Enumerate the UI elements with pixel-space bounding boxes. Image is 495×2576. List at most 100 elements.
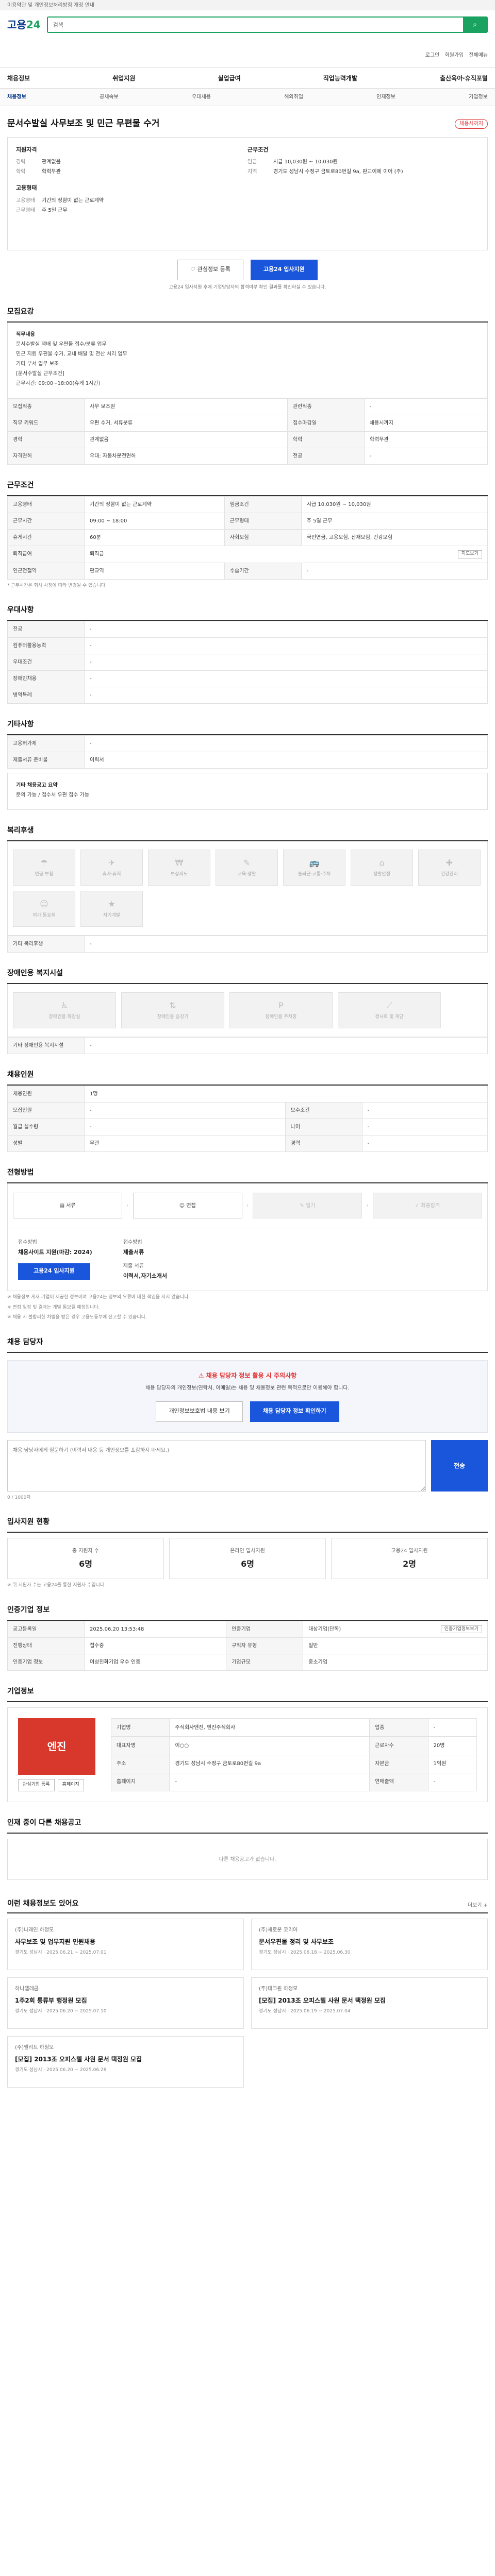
sub-nav: 채용정보 공채속보 우대채용 해외취업 인재정보 기업정보 (0, 89, 495, 106)
login-link[interactable]: 로그인 (425, 52, 440, 59)
table-row: 주소 경기도 성남시 수정구 금토로80번길 9a 자본금 1억원 (110, 1754, 477, 1773)
welfare-item: ☺ 여가·동호회 (13, 891, 75, 927)
table-row: 기타 장애인용 복지시설 - (7, 1037, 488, 1054)
global-nav: 채용정보 취업지원 실업급여 직업능력개발 출산육아·휴직포털 (0, 68, 495, 89)
search-input[interactable] (47, 18, 463, 32)
section-recommend-header: 이런 채용정보도 있어요 더보기 + (7, 1899, 488, 1913)
cert-info-button[interactable]: 인증기업정보보기 (440, 1625, 482, 1633)
send-button[interactable]: 전송 (431, 1439, 488, 1492)
apply-button[interactable]: 고용24 입사지원 (250, 259, 318, 280)
subnav-item-talent[interactable]: 인재정보 (376, 93, 395, 101)
gnb-item-training[interactable]: 직업능력개발 (323, 74, 357, 83)
table-row: 성별 무관 경력 - (7, 1135, 488, 1152)
gnb-item-benefit[interactable]: 실업급여 (218, 74, 241, 83)
disability-grid: ♿ 장애인용 화장실 ⇅ 장애인용 승강기 P 장애인용 주차장 ⟋ 경사로 및 계단 (7, 984, 488, 1037)
section-disability-title: 장애인용 복지시설 (7, 968, 488, 984)
arrow-right-icon: › (366, 1201, 369, 1209)
interest-button[interactable]: ♡ 관심정보 등록 (177, 259, 243, 280)
question-textarea[interactable] (7, 1439, 426, 1492)
table-row: 제출서류 준비물 이력서 (7, 752, 488, 769)
step-written: ✎ 필기 (253, 1193, 362, 1218)
subnav-item-jobs[interactable]: 채용정보 (7, 93, 26, 101)
stat-online: 온라인 입사지원 6명 (169, 1538, 326, 1579)
table-row: 장애인채용 - (7, 670, 488, 687)
recommend-card[interactable]: 하나텔레콤 1주2회 통류부 행정원 모집 경기도 성남시 · 2025.06.20… (7, 1977, 244, 2029)
table-row: 대표자명 이○○ 근로자수 20명 (110, 1736, 477, 1755)
section-recruit-title: 채용인원 (7, 1070, 488, 1086)
gnb-item-parental[interactable]: 출산육아·휴직포털 (440, 74, 488, 83)
homepage-button[interactable]: 홈페이지 (57, 1779, 84, 1791)
summary-employment-title: 고용형태 (16, 184, 37, 191)
summary-qualification-title: 지원자격 (16, 146, 37, 153)
welfare-item: ✚ 건강관리 (418, 850, 481, 886)
welfare-item: ₩ 보상제도 (148, 850, 210, 886)
other-table: 고용허가제 - 제출서류 준비물 이력서 (7, 735, 488, 769)
search-icon[interactable]: ⌕ (463, 18, 487, 32)
recommend-card[interactable]: (주)엘리트 하청모 [모집] 2013조 오피스텔 사원 문서 택정원 모집 경기… (7, 2036, 244, 2088)
table-row: 모집인원 - 보수조건 - (7, 1102, 488, 1119)
welfare-extra-table: 기타 복리후생 - (7, 936, 488, 953)
site-header: 고용24 ⌕ 로그인 회원가입 전체메뉴 (0, 10, 495, 68)
recommend-cards: (주)나래인 하청모 사무보조 및 업무지원 인원채용 경기도 성남시 · 2025… (7, 1919, 488, 2088)
contact-question: 전송 (7, 1439, 488, 1492)
subnav-item-company[interactable]: 기업정보 (469, 93, 488, 101)
section-stats-title: 입사지원 현황 (7, 1517, 488, 1533)
privacy-law-button[interactable]: 개인정보보호법 내용 보기 (156, 1401, 243, 1422)
section-recommend-title: 이런 채용정보도 있어요 (7, 1900, 79, 1908)
subnav-item-news[interactable]: 공채속보 (100, 93, 119, 101)
how-value: 채용사이트 지원(마감: 2024) (18, 1249, 92, 1256)
show-contact-button[interactable]: 채용 담당자 정보 확인하기 (250, 1401, 339, 1422)
recommend-more-link[interactable]: 더보기 + (468, 1902, 488, 1909)
star-icon: ★ (108, 899, 116, 909)
recommend-card[interactable]: (주)테크윈 하청모 [모집] 2013조 오피스텔 사원 문서 택정원 모집 경기… (251, 1977, 488, 2029)
step-final: ✓ 최종합격 (372, 1193, 483, 1218)
table-row: 채용인원 1명 (7, 1086, 488, 1103)
health-icon: ✚ (446, 858, 453, 868)
recommend-card[interactable]: (주)나래인 하청모 사무보조 및 업무지원 인원채용 경기도 성남시 · 2025… (7, 1919, 244, 1970)
welfare-item: ⌂ 생활안정 (351, 850, 413, 886)
disability-item: ♿ 장애인용 화장실 (13, 992, 116, 1028)
section-company-title: 기업정보 (7, 1686, 488, 1702)
subnav-item-overseas[interactable]: 해외취업 (284, 93, 303, 101)
recommend-card[interactable]: (주)새로운 코리아 문서우편물 정리 및 사무보조 경기도 성남시 · 2025.… (251, 1919, 488, 1970)
table-row: 기업명 주식회사엔진, 엔진주식회사 업종 - (110, 1718, 477, 1737)
subnav-item-preferred[interactable]: 우대채용 (192, 93, 211, 101)
table-row: 병역특례 - (7, 687, 488, 704)
welfare-item: 🚌 출퇴근·교통·주차 (283, 850, 345, 886)
section-welfare-title: 복리후생 (7, 825, 488, 841)
document-icon: ▤ (59, 1202, 67, 1209)
job-description: 직무내용 문서수발실 택배 및 우편물 접수/분류 업무 민근 지원 우편물 수… (7, 323, 488, 398)
money-icon: ₩ (175, 858, 184, 868)
apply-note: 고용24 입사지원 후에 기업담당자의 합격여부 확인 결과를 확인하실 수 있… (169, 284, 326, 290)
step-interview: ☺ 면접 (133, 1193, 242, 1218)
table-row: 고용허가제 - (7, 735, 488, 752)
disability-extra-table: 기타 장애인용 복지시설 - (7, 1037, 488, 1054)
pen-icon: ✎ (300, 1202, 306, 1209)
table-row: 자격면허 우대: 자동차운전면허 전공 - (7, 448, 488, 465)
interest-company-button[interactable]: 관심기업 등록 (18, 1779, 55, 1791)
welfare-item: ☂ 연금·보험 (13, 850, 75, 886)
gnb-item-support[interactable]: 취업지원 (112, 74, 135, 83)
process-apply-button[interactable]: 고용24 입사지원 (18, 1263, 90, 1280)
stat-total: 총 지원자 수 6명 (7, 1538, 164, 1579)
section-process-title: 전형방법 (7, 1167, 488, 1183)
disability-item: ⇅ 장애인용 승강기 (121, 992, 224, 1028)
table-row: 컴퓨터활용능력 - (7, 637, 488, 654)
gnb-item-jobs[interactable]: 채용정보 (7, 74, 30, 83)
process-how: 접수방법 채용사이트 지원(마감: 2024) 고용24 입사지원 접수방법 제… (7, 1228, 488, 1291)
char-count: 0 / 1000자 (7, 1495, 31, 1500)
detail-table: 모집직종 사무 보조원 관련직종 - 직무 키워드 우편 수거, 서류분류 접수마감일 채용… (7, 398, 488, 465)
map-button[interactable]: 지도보기 (457, 550, 482, 558)
stat-work24: 고용24 입사지원 2명 (331, 1538, 488, 1579)
job-summary: 지원자격 경력 관계없음 학력 학력무관 고용형태 고용형태 기간의 정함이 없는 근… (7, 137, 488, 250)
top-notice-text[interactable]: 이용약관 및 개인정보처리방침 개정 안내 (7, 3, 94, 8)
all-menu-link[interactable]: 전체메뉴 (469, 52, 488, 59)
apply-stats: 총 지원자 수 6명 온라인 입사지원 6명 고용24 입사지원 2명 (7, 1538, 488, 1579)
welfare-item: ★ 자기계발 (80, 891, 143, 927)
site-logo[interactable]: 고용24 (7, 17, 41, 32)
signup-link[interactable]: 회원가입 (444, 52, 464, 59)
recruit-table: 채용인원 1명 모집인원 - 보수조건 - 월급 실수령 - 나이 - 성별 무관 경력 - (7, 1086, 488, 1152)
util-links: 로그인 회원가입 전체메뉴 (425, 52, 488, 59)
table-row: 전공 - (7, 621, 488, 638)
table-row: 홈페이지 - 연매출액 - (110, 1772, 477, 1792)
